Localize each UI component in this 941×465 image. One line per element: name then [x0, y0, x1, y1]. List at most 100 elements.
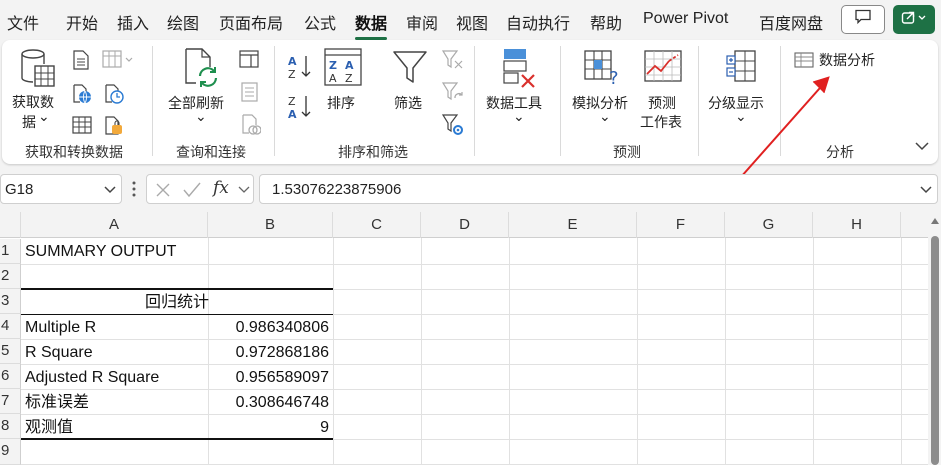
scroll-up-icon[interactable] — [931, 218, 939, 224]
filter-funnel-icon — [392, 50, 428, 86]
properties-icon[interactable] — [241, 82, 259, 102]
column-header-e[interactable]: E — [509, 212, 637, 238]
group-queries-label: 查询和连接 — [176, 144, 246, 160]
tab-page-layout[interactable]: 页面布局 — [219, 10, 283, 34]
cell-b8[interactable]: 9 — [208, 416, 329, 440]
advanced-filter-icon[interactable] — [442, 114, 464, 136]
name-box[interactable]: G18 — [0, 174, 122, 204]
table-top-border — [21, 288, 333, 290]
insert-function-button[interactable]: fx — [213, 178, 229, 198]
column-header-d[interactable]: D — [421, 212, 509, 238]
sort-az-icon[interactable]: AZ — [288, 54, 314, 80]
svg-text:Z: Z — [288, 95, 296, 108]
row-header-5[interactable]: 5 — [0, 339, 21, 364]
cell-a1[interactable]: SUMMARY OUTPUT — [25, 240, 176, 264]
reapply-filter-icon[interactable] — [442, 82, 464, 104]
tab-data[interactable]: 数据 — [355, 10, 388, 40]
get-data-button[interactable]: 获取数 据 ⌄ — [8, 46, 66, 138]
collapse-ribbon-icon[interactable] — [914, 140, 930, 152]
group-separator — [152, 46, 153, 156]
tab-formulas[interactable]: 公式 — [304, 10, 336, 34]
group-separator — [560, 46, 561, 156]
column-header-h[interactable]: H — [813, 212, 901, 238]
enter-check-icon[interactable] — [183, 182, 201, 198]
data-tools-icon — [502, 48, 538, 88]
tab-view[interactable]: 视图 — [456, 10, 488, 34]
row-header-6[interactable]: 6 — [0, 364, 21, 389]
chevron-down-icon: ⌄ — [599, 108, 611, 124]
queries-connections-icon[interactable] — [239, 50, 259, 68]
refresh-all-button[interactable]: 全部刷新 ⌄ — [162, 46, 234, 138]
tab-review[interactable]: 审阅 — [406, 10, 438, 34]
column-header-f[interactable]: F — [637, 212, 725, 238]
gridline — [21, 414, 928, 415]
data-analysis-label: 数据分析 — [819, 52, 875, 68]
data-tools-button[interactable]: 数据工具 ⌄ — [482, 46, 554, 138]
svg-text:Z: Z — [288, 68, 296, 80]
refresh-icon — [184, 48, 218, 90]
select-all-corner[interactable] — [0, 212, 21, 238]
row-header-2[interactable]: 2 — [0, 264, 21, 289]
cell-b6[interactable]: 0.956589097 — [208, 366, 329, 390]
row-header-8[interactable]: 8 — [0, 414, 21, 439]
gridline — [21, 339, 928, 340]
cell-a4[interactable]: Multiple R — [25, 316, 96, 340]
cell-a3[interactable]: 回归统计 — [21, 291, 333, 315]
tab-draw[interactable]: 绘图 — [167, 10, 199, 34]
chevron-down-icon[interactable] — [103, 185, 117, 195]
row-header-7[interactable]: 7 — [0, 389, 21, 414]
existing-connections-icon[interactable] — [104, 116, 124, 136]
tab-insert[interactable]: 插入 — [117, 10, 149, 34]
cell-b4[interactable]: 0.986340806 — [208, 316, 329, 340]
expand-formula-bar-icon[interactable] — [919, 185, 933, 195]
menu-bar: 文件 开始 插入 绘图 页面布局 公式 数据 审阅 视图 自动执行 帮助 Pow… — [0, 0, 941, 40]
chevron-down-icon[interactable] — [238, 186, 250, 194]
svg-text:A: A — [288, 108, 297, 120]
cell-b7[interactable]: 0.308646748 — [208, 391, 329, 415]
from-table-range-icon[interactable] — [72, 116, 92, 134]
from-text-csv-icon[interactable] — [72, 50, 90, 70]
formula-value: 1.53076223875906 — [272, 181, 402, 198]
formula-input[interactable]: 1.53076223875906 — [259, 174, 938, 204]
tab-file[interactable]: 文件 — [7, 10, 39, 34]
data-analysis-button[interactable]: 数据分析 — [792, 48, 888, 70]
tab-power-pivot[interactable]: Power Pivot — [643, 10, 728, 28]
sort-button[interactable]: ZAAZ 排序 — [320, 46, 368, 138]
filter-button[interactable]: 筛选 — [384, 46, 436, 138]
from-web-icon[interactable] — [72, 84, 92, 104]
cell-b5[interactable]: 0.972868186 — [208, 341, 329, 365]
from-picture-icon[interactable] — [102, 50, 134, 70]
what-if-analysis-button[interactable]: ? 模拟分析 ⌄ — [566, 46, 638, 138]
tab-home[interactable]: 开始 — [66, 10, 98, 34]
gridline — [21, 364, 928, 365]
row-header-9[interactable]: 9 — [0, 439, 21, 465]
row-header-4[interactable]: 4 — [0, 314, 21, 339]
cell-a7[interactable]: 标准误差 — [25, 391, 89, 415]
share-button[interactable] — [893, 5, 935, 34]
cell-a8[interactable]: 观测值 — [25, 416, 73, 440]
recent-sources-icon[interactable] — [104, 84, 124, 104]
column-header-g[interactable]: G — [725, 212, 813, 238]
scrollbar-thumb[interactable] — [931, 236, 939, 465]
cell-a5[interactable]: R Square — [25, 341, 93, 365]
column-header-a[interactable]: A — [21, 212, 208, 238]
row-header-1[interactable]: 1 — [0, 239, 21, 264]
data-analysis-icon — [794, 52, 814, 68]
sort-za-icon[interactable]: ZA — [288, 94, 314, 120]
column-header-b[interactable]: B — [208, 212, 333, 238]
chevron-down-icon: ⌄ — [38, 108, 50, 124]
cell-a6[interactable]: Adjusted R Square — [25, 366, 159, 390]
get-data-label-2: 据 — [22, 114, 36, 130]
comments-button[interactable] — [841, 5, 885, 34]
svg-text:A: A — [345, 59, 354, 72]
edit-links-icon[interactable] — [241, 114, 261, 136]
tab-automate[interactable]: 自动执行 — [506, 10, 570, 34]
cancel-icon[interactable] — [155, 182, 171, 198]
column-header-c[interactable]: C — [333, 212, 421, 238]
clear-filter-icon[interactable] — [442, 50, 464, 70]
forecast-sheet-button[interactable]: 预测 工作表 — [638, 46, 694, 138]
row-header-3[interactable]: 3 — [0, 289, 21, 314]
tab-baidu-netdisk[interactable]: 百度网盘 — [759, 10, 823, 34]
more-options-icon[interactable] — [131, 180, 137, 198]
tab-help[interactable]: 帮助 — [590, 10, 622, 34]
